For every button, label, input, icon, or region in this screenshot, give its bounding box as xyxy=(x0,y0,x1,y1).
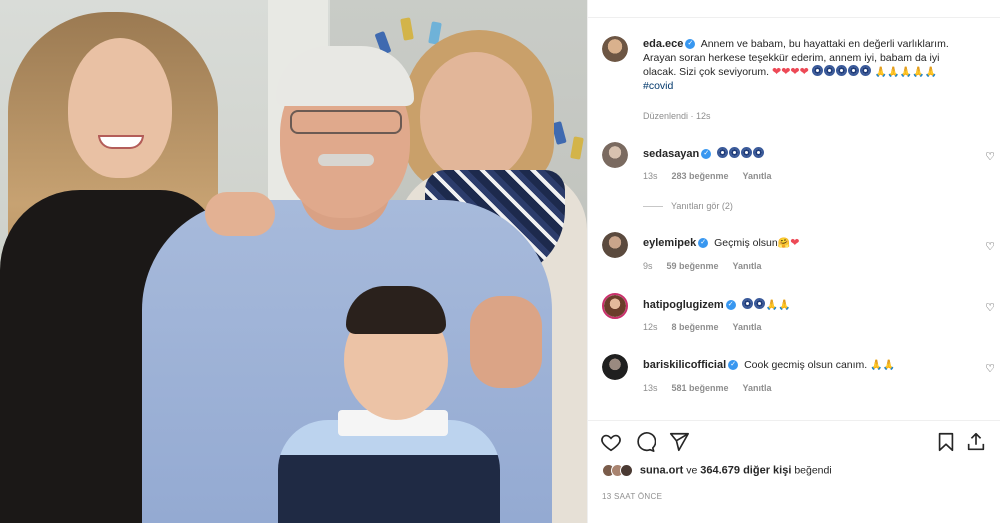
view-replies-link[interactable]: Yanıtları gör (2) xyxy=(643,201,733,211)
comment-like-heart-icon[interactable]: ♡ xyxy=(985,301,995,314)
heart-emoji-icon: ❤ xyxy=(799,66,809,78)
evil-eye-emoji-icon xyxy=(753,147,765,158)
liker-username[interactable]: suna.ort xyxy=(640,464,683,476)
comment-item: bariskilicofficial ✓ Cook gecmiş olsun ca… xyxy=(588,354,1000,404)
pray-emoji-icon: 🙏 xyxy=(778,300,791,311)
post-sidebar: eda.ece ✓ Annem ve babam, bu hayattaki en… xyxy=(587,0,1000,523)
heart-emoji-icon: ❤ xyxy=(790,237,800,249)
child-hair xyxy=(346,286,446,334)
evil-eye-emoji-icon xyxy=(741,147,753,158)
comment-likes[interactable]: 581 beğenme xyxy=(672,383,729,393)
comment-likes[interactable]: 283 beğenme xyxy=(672,171,729,181)
evil-eye-emoji-icon xyxy=(811,65,823,76)
comment-username[interactable]: bariskilicofficial xyxy=(643,359,726,371)
man-glasses xyxy=(290,110,402,134)
comment-avatar[interactable] xyxy=(602,293,628,319)
caption-line-2: Arayan soran herkese teşekkür ederim, an… xyxy=(643,51,940,64)
comment-text: Geçmiş olsun xyxy=(714,237,778,249)
comment-time: 9s xyxy=(643,261,653,271)
comment-avatar[interactable] xyxy=(602,142,628,168)
post-timestamp[interactable]: 13 SAAT ÖNCE xyxy=(602,492,662,501)
liker-avatar xyxy=(620,464,633,477)
comment-like-heart-icon[interactable]: ♡ xyxy=(985,240,995,253)
comment-icon[interactable] xyxy=(634,431,656,453)
caption-line-3: olacak. Sizi çok seviyorum. xyxy=(643,66,770,78)
author-avatar[interactable] xyxy=(602,36,628,62)
reply-button[interactable]: Yanıtla xyxy=(743,383,772,393)
likes-count[interactable]: 364.679 diğer kişi xyxy=(700,464,791,476)
evil-eye-emoji-icon xyxy=(729,147,741,158)
pray-emoji-icon: 🙏 xyxy=(899,67,913,78)
post-caption: eda.ece ✓ Annem ve babam, bu hayattaki en… xyxy=(643,38,991,93)
comment-time: 12s xyxy=(643,322,658,332)
pray-emoji-icon: 🙏 xyxy=(870,360,883,371)
header-strip xyxy=(588,0,1000,18)
caption-emoji: ❤❤❤❤ 🙏🙏🙏🙏🙏 xyxy=(771,65,937,78)
hug-emoji-icon: 🤗 xyxy=(777,238,791,249)
heart-icon[interactable] xyxy=(600,431,622,453)
caption-line-1: Annem ve babam, bu hayattaki en değerli … xyxy=(700,38,949,50)
comment-time: 13s xyxy=(643,171,658,181)
likes-joiner: ve xyxy=(686,464,698,477)
woman-right-hand xyxy=(470,296,542,388)
verified-badge-icon: ✓ xyxy=(725,300,736,311)
pray-emoji-icon: 🙏 xyxy=(912,67,925,78)
verified-badge-icon: ✓ xyxy=(698,238,709,249)
verified-badge-icon: ✓ xyxy=(701,149,712,160)
reply-button[interactable]: Yanıtla xyxy=(733,322,762,332)
reply-button[interactable]: Yanıtla xyxy=(743,171,772,181)
man-mustache xyxy=(318,154,374,166)
verified-badge-icon: ✓ xyxy=(728,360,739,371)
instagram-post-screenshot: eda.ece ✓ Annem ve babam, bu hayattaki en… xyxy=(0,0,1000,523)
pray-emoji-icon: 🙏 xyxy=(765,300,779,311)
comment-likes[interactable]: 59 beğenme xyxy=(667,261,719,271)
evil-eye-emoji-icon xyxy=(717,147,729,158)
heart-emoji-icon: ❤ xyxy=(771,66,782,78)
pray-emoji-icon: 🙏 xyxy=(874,67,888,78)
woman-left-smile xyxy=(98,135,144,149)
post-action-bar xyxy=(588,420,1000,460)
comment-likes[interactable]: 8 beğenme xyxy=(672,322,719,332)
comment-like-heart-icon[interactable]: ♡ xyxy=(985,150,995,163)
share-icon[interactable] xyxy=(668,431,690,453)
comment-like-heart-icon[interactable]: ♡ xyxy=(985,362,995,375)
post-photo xyxy=(0,0,587,523)
comment-avatar[interactable] xyxy=(602,354,628,380)
heart-emoji-icon: ❤ xyxy=(790,66,800,78)
hashtag-link[interactable]: #covid xyxy=(643,80,673,92)
evil-eye-emoji-icon xyxy=(823,65,835,76)
comment-item: hatipoglugizem ✓ 🙏🙏 12s 8 beğenme Yanıtla ♡ xyxy=(588,293,1000,343)
evil-eye-emoji-icon xyxy=(835,65,847,76)
woman-right-face xyxy=(420,52,532,182)
edited-info: Düzenlendi · 12s xyxy=(643,111,711,121)
comment-username[interactable]: sedasayan xyxy=(643,148,699,160)
reply-button[interactable]: Yanıtla xyxy=(733,261,762,271)
woman-left-hand xyxy=(205,192,275,236)
pray-emoji-icon: 🙏 xyxy=(882,360,896,371)
author-username[interactable]: eda.ece xyxy=(643,38,683,50)
evil-eye-emoji-icon xyxy=(847,65,859,76)
comment-item: eylemipek ✓ Geçmiş olsun🤗❤ 9s 59 beğenme Ya… xyxy=(588,232,1000,282)
evil-eye-emoji-icon xyxy=(859,65,871,76)
comment-avatar[interactable] xyxy=(602,232,628,258)
woman-left-face xyxy=(68,38,172,178)
comment-time: 13s xyxy=(643,383,658,393)
likes-suffix: beğendi xyxy=(794,464,832,477)
likes-summary: suna.ort ve 364.679 diğer kişi beğendi xyxy=(602,464,832,478)
evil-eye-emoji-icon xyxy=(741,298,753,309)
pray-emoji-icon: 🙏 xyxy=(887,67,900,78)
upload-icon[interactable] xyxy=(965,431,987,453)
comment-item: sedasayan ✓ 13s 283 beğenme Yanıtla ♡ xyxy=(588,142,1000,192)
edited-time: 12s xyxy=(696,111,711,121)
pray-emoji-icon: 🙏 xyxy=(924,67,937,78)
bookmark-icon[interactable] xyxy=(935,431,957,453)
comment-text: Cook gecmiş olsun canım. xyxy=(744,359,868,371)
comment-username[interactable]: hatipoglugizem xyxy=(643,299,724,311)
edited-label: Düzenlendi xyxy=(643,111,689,121)
evil-eye-emoji-icon xyxy=(753,298,765,309)
verified-badge-icon: ✓ xyxy=(685,39,696,50)
comment-username[interactable]: eylemipek xyxy=(643,237,696,249)
